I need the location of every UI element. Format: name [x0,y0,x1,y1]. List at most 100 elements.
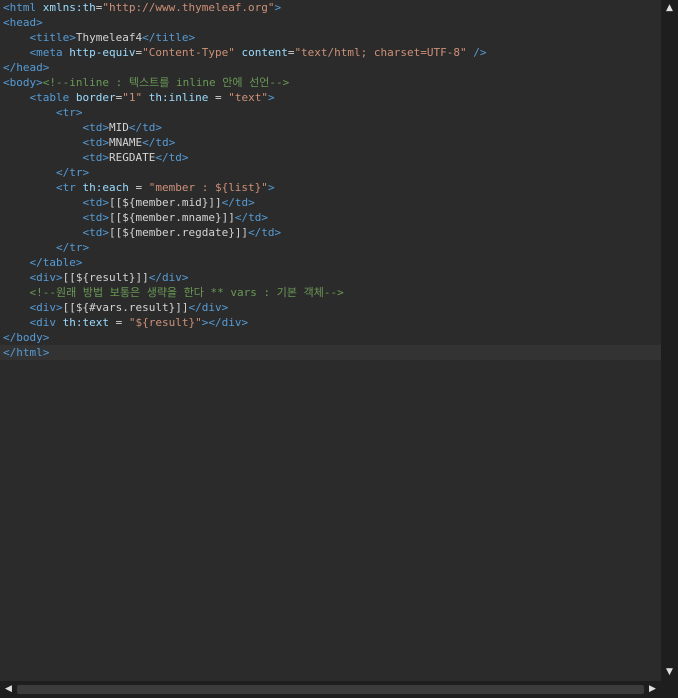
code-token: [[${member.mname}]] [108,211,235,224]
code-token: <div> [29,271,63,284]
code-line[interactable]: <title>Thymeleaf4</title> [0,30,661,45]
code-line[interactable]: <table border="1" th:inline = "text"> [0,90,661,105]
code-token: </title> [142,31,196,44]
code-token: <td> [82,196,109,209]
code-line[interactable]: </html> [0,345,661,360]
code-token: </td> [221,196,255,209]
code-token: <tr [55,181,83,194]
code-line[interactable]: <head> [0,15,661,30]
code-token: = [208,91,229,104]
code-line[interactable]: </tr> [0,240,661,255]
code-token: </tr> [55,166,90,179]
code-line[interactable]: <td>MID</td> [0,120,661,135]
code-token: th:inline [148,91,209,104]
scrollbar-corner [661,681,678,698]
code-line[interactable]: </table> [0,255,661,270]
code-token: </head> [3,61,50,74]
code-token: http-equiv [69,46,136,59]
code-line[interactable]: <td>[[${member.mname}]]</td> [0,210,661,225]
code-token: "Content-Type" [142,46,235,59]
code-token: "1" [122,91,143,104]
code-token: </div> [148,271,189,284]
code-line[interactable]: <!--원래 방법 보통은 생략을 한다 ** vars : 기본 객체--> [0,285,661,300]
code-line[interactable]: <meta http-equiv="Content-Type" content=… [0,45,661,60]
code-line[interactable]: <tr th:each = "member : ${list}"> [0,180,661,195]
code-line[interactable]: </body> [0,330,661,345]
code-line[interactable]: <div>[[${#vars.result}]]</div> [0,300,661,315]
code-token: "text" [228,91,268,104]
code-token: [[${member.regdate}]] [108,226,249,239]
code-token: "text/html; charset=UTF-8" [294,46,467,59]
code-token: </td> [234,211,268,224]
vertical-scrollbar[interactable]: ▲ ▼ [661,0,678,681]
scroll-right-arrow-icon[interactable]: ▶ [644,681,661,698]
code-token: ></div> [201,316,249,329]
code-token: </td> [248,226,282,239]
code-token: </html> [3,346,50,359]
code-token: = [128,181,149,194]
code-line[interactable]: <td>[[${member.regdate}]]</td> [0,225,661,240]
code-token: <div> [29,301,63,314]
code-token: </tr> [55,241,90,254]
code-line[interactable]: </tr> [0,165,661,180]
code-token: </td> [128,121,162,134]
code-token: </div> [188,301,229,314]
code-line[interactable]: <html xmlns:th="http://www.thymeleaf.org… [0,0,661,15]
code-token: <meta [29,46,70,59]
code-line[interactable]: <tr> [0,105,661,120]
code-token: border [75,91,116,104]
scroll-up-arrow-icon[interactable]: ▲ [661,0,678,17]
scroll-left-arrow-icon[interactable]: ◀ [0,681,17,698]
code-line[interactable]: </head> [0,60,661,75]
code-area[interactable]: <html xmlns:th = "http://www.thymeleaf.org… [0,0,661,681]
code-line[interactable]: <td>[[${member.mid}]]</td> [0,195,661,210]
code-token: "http://www.thymeleaf.org" [102,1,275,14]
code-token: > [267,181,275,194]
code-line[interactable]: <body><!--inline : 텍스트를 inline 안에 선언--> [0,75,661,90]
horizontal-scroll-thumb[interactable] [17,685,644,694]
code-token: xmlns:th [42,1,96,14]
code-token: th:each [82,181,129,194]
code-line[interactable]: <div th:text = "${result}"></div> [0,315,661,330]
code-token: /> [466,46,487,59]
code-token: [[${#vars.result}]] [62,301,189,314]
scroll-down-arrow-icon[interactable]: ▼ [661,664,678,681]
horizontal-scrollbar[interactable]: ◀ ▶ [0,681,661,698]
code-token: Thymeleaf4 [75,31,143,44]
code-editor[interactable]: <html xmlns:th = "http://www.thymeleaf.org… [0,0,678,698]
code-token: </table> [29,256,83,269]
code-token: REGDATE [108,151,156,164]
code-token: <title> [29,31,76,44]
code-token: <head> [3,16,43,29]
code-token: MNAME [108,136,143,149]
code-token: content [241,46,288,59]
code-token: <td> [82,121,109,134]
code-token: <html [3,1,43,14]
code-line[interactable]: <td>REGDATE</td> [0,150,661,165]
code-token: <td> [82,226,109,239]
code-line[interactable]: <td>MNAME</td> [0,135,661,150]
code-token: = [108,316,129,329]
code-token: </td> [155,151,189,164]
code-token: [[${member.mid}]] [108,196,222,209]
code-token: </td> [142,136,176,149]
code-token: <body> [3,76,43,89]
code-token: </body> [3,331,50,344]
code-token: <!--원래 방법 보통은 생략을 한다 ** vars : 기본 객체--> [29,286,344,299]
code-line[interactable]: <div>[[${result}]]</div> [0,270,661,285]
